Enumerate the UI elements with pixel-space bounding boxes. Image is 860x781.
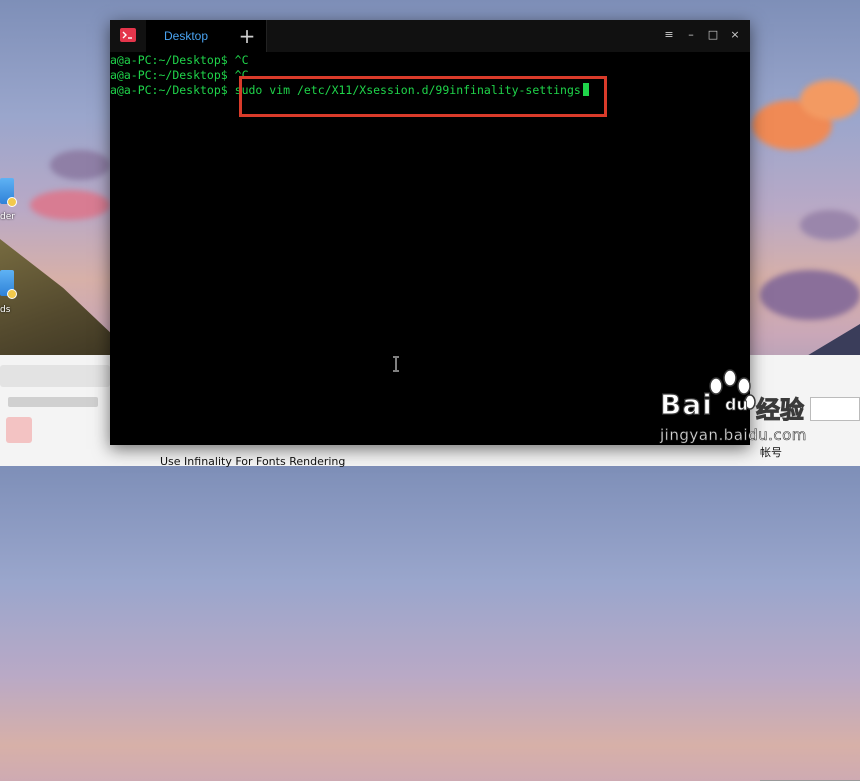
terminal-titlebar[interactable]: Desktop + ≡ – □ × <box>110 20 750 52</box>
desktop-icon-label: ds <box>0 305 11 315</box>
wallpaper-cloud <box>30 190 110 220</box>
prompt-user: a@a-PC <box>110 53 152 67</box>
terminal-output[interactable]: a@a-PC:~/Desktop$ ^C a@a-PC:~/Desktop$ ^… <box>110 52 750 445</box>
minimize-icon[interactable]: – <box>684 28 698 42</box>
wallpaper-mountain <box>800 324 860 360</box>
wallpaper-cloud <box>50 150 110 180</box>
terminal-line: a@a-PC:~/Desktop$ ^C <box>110 53 249 68</box>
desktop-folder-icon[interactable] <box>0 270 17 299</box>
ibeam-cursor-icon <box>393 356 399 372</box>
terminal-app-icon <box>120 28 136 42</box>
maximize-icon[interactable]: □ <box>706 28 720 42</box>
desktop-icon-label: der <box>0 212 15 222</box>
browser-account-link[interactable]: 帐号 <box>760 444 782 460</box>
watermark-url: jingyan.baidu.com <box>660 426 807 445</box>
wallpaper-cloud <box>800 80 860 120</box>
terminal-window[interactable]: Desktop + ≡ – □ × a@a-PC:~/Desktop$ ^C a… <box>110 20 750 445</box>
desktop-folder-icon[interactable] <box>0 178 17 207</box>
blurred-content <box>8 397 98 407</box>
new-tab-plus-icon[interactable]: + <box>236 25 258 47</box>
prompt-path: :~/Desktop$ <box>151 68 228 82</box>
blurred-content <box>6 417 32 443</box>
browser-page-title: Use Infinality For Fonts Rendering <box>160 455 346 468</box>
watermark-jingyan: 经验 <box>756 396 805 425</box>
menu-icon[interactable]: ≡ <box>662 28 676 42</box>
wallpaper-cloud <box>800 210 860 240</box>
browser-input-box[interactable] <box>810 397 860 421</box>
browser-tab[interactable] <box>0 365 110 387</box>
wallpaper-cloud <box>760 270 860 320</box>
command-highlight-box <box>239 76 607 117</box>
prompt-path: :~/Desktop$ <box>151 83 228 97</box>
watermark-bai: Bai <box>659 387 713 421</box>
prompt-path: :~/Desktop$ <box>151 53 228 67</box>
prompt-user: a@a-PC <box>110 68 152 82</box>
wallpaper-mountain <box>0 239 115 365</box>
watermark-du: du <box>725 395 749 415</box>
close-icon[interactable]: × <box>728 28 742 42</box>
command-text: ^C <box>227 53 249 67</box>
terminal-line: a@a-PC:~/Desktop$ ^C <box>110 68 249 83</box>
tab-label: Desktop <box>164 29 209 43</box>
prompt-user: a@a-PC <box>110 83 152 97</box>
